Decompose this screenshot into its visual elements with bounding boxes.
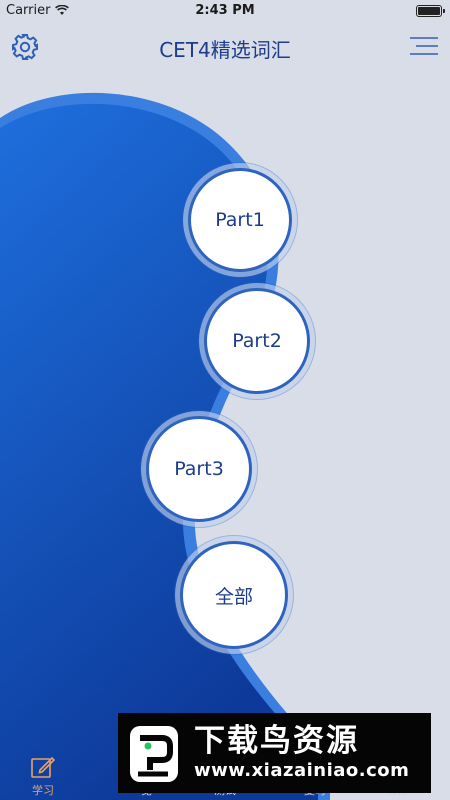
menu-icon [410, 37, 438, 55]
part1-label: Part1 [215, 209, 265, 231]
tab-study-label: 学习 [32, 784, 54, 797]
blue-wave-background [0, 92, 330, 800]
watermark-title: 下载鸟资源 [194, 723, 359, 759]
watermark-url: www.xiazainiao.com [194, 760, 410, 781]
all-parts-button[interactable]: 全部 [180, 541, 288, 649]
status-bar: Carrier 2:43 PM [0, 0, 450, 22]
bird-logo-icon [130, 726, 178, 782]
navigation-bar: CET4精选词汇 [0, 22, 450, 72]
page-title: CET4精选词汇 [159, 38, 291, 62]
part1-button[interactable]: Part1 [188, 168, 292, 272]
all-parts-label: 全部 [214, 585, 253, 608]
watermark-banner: 下载鸟资源 www.xiazainiao.com [118, 713, 431, 793]
battery-icon [416, 5, 445, 17]
part3-label: Part3 [174, 458, 224, 480]
tab-study[interactable]: 学习 [8, 750, 78, 800]
part2-button[interactable]: Part2 [204, 288, 310, 394]
part3-button[interactable]: Part3 [146, 416, 252, 522]
menu-button[interactable] [410, 34, 438, 58]
status-time: 2:43 PM [195, 3, 255, 18]
part2-label: Part2 [232, 330, 282, 352]
edit-icon [31, 756, 56, 778]
